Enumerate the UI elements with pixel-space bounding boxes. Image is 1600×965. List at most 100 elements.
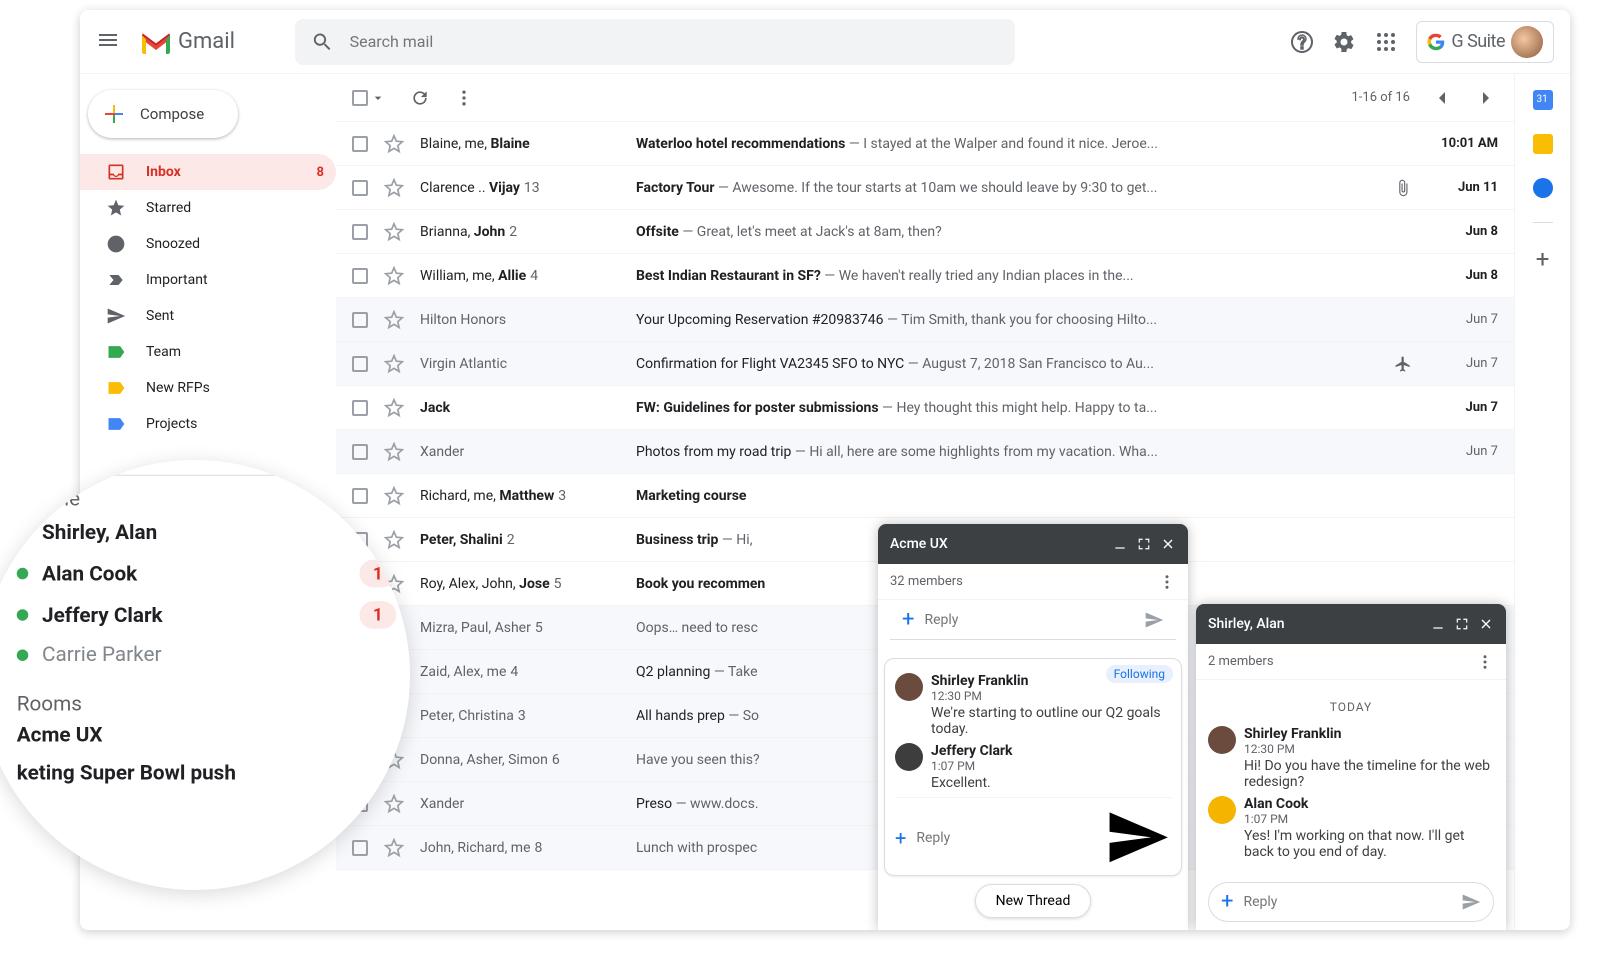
reply-bar-top[interactable]: + <box>890 600 1176 640</box>
date: Jun 8 <box>1428 224 1498 239</box>
close-icon[interactable] <box>1160 536 1176 552</box>
sidebar-item-sent[interactable]: Sent <box>80 298 336 334</box>
calendar-icon[interactable]: 31 <box>1533 90 1553 110</box>
email-row[interactable]: Xander Photos from my road trip — Hi all… <box>336 430 1514 474</box>
profile-avatar[interactable] <box>1511 26 1543 58</box>
search-bar[interactable] <box>295 19 1015 65</box>
sidebar-item-projects[interactable]: Projects <box>80 406 336 442</box>
chat-more-icon[interactable] <box>1158 573 1176 591</box>
help-icon[interactable] <box>1290 30 1314 54</box>
logo[interactable]: Gmail <box>140 29 235 54</box>
reply-input[interactable] <box>1243 894 1451 910</box>
flight-icon <box>1394 355 1412 373</box>
keep-icon[interactable] <box>1533 134 1553 154</box>
gsuite-button[interactable]: G Suite <box>1416 21 1554 63</box>
menu-icon[interactable] <box>96 28 120 56</box>
room-row[interactable]: Acme UX <box>17 716 397 754</box>
content: Photos from my road trip — Hi all, here … <box>636 444 1412 460</box>
minimize-icon[interactable] <box>1430 616 1446 632</box>
star-icon[interactable] <box>384 398 404 418</box>
email-row[interactable]: Clarence .. Vijay13 Factory Tour — Aweso… <box>336 166 1514 210</box>
send-icon[interactable] <box>1144 610 1164 630</box>
row-checkbox[interactable] <box>352 136 368 152</box>
reply-bar[interactable]: + <box>1208 882 1494 922</box>
row-checkbox[interactable] <box>352 356 368 372</box>
plus-icon[interactable]: + <box>902 610 914 630</box>
people-row[interactable]: Shirley, Alan 1 <box>17 511 397 552</box>
star-icon[interactable] <box>384 442 404 462</box>
following-badge[interactable]: Following <box>1106 665 1173 683</box>
plus-icon <box>102 102 126 126</box>
refresh-icon[interactable] <box>410 88 430 108</box>
more-icon[interactable] <box>454 88 474 108</box>
apps-icon[interactable] <box>1374 30 1398 54</box>
new-thread-button[interactable]: New Thread <box>975 884 1092 918</box>
star-icon[interactable] <box>384 222 404 242</box>
close-icon[interactable] <box>1478 616 1494 632</box>
chat-more-icon[interactable] <box>1476 653 1494 671</box>
email-row[interactable]: Blaine, me, Blaine Waterloo hotel recomm… <box>336 122 1514 166</box>
add-addon-icon[interactable]: + <box>1531 247 1555 271</box>
sidebar-item-new-rfps[interactable]: New RFPs <box>80 370 336 406</box>
email-row[interactable]: Brianna, John2 Offsite — Great, let's me… <box>336 210 1514 254</box>
compose-button[interactable]: Compose <box>88 90 238 138</box>
star-icon[interactable] <box>384 266 404 286</box>
sidebar-item-inbox[interactable]: Inbox8 <box>80 154 336 190</box>
select-all[interactable] <box>352 90 386 106</box>
email-row[interactable]: Jack FW: Guidelines for poster submissio… <box>336 386 1514 430</box>
row-checkbox[interactable] <box>352 180 368 196</box>
email-row[interactable]: Virgin Atlantic Confirmation for Flight … <box>336 342 1514 386</box>
next-page-icon[interactable] <box>1474 86 1498 110</box>
email-row[interactable]: Hilton Honors Your Upcoming Reservation … <box>336 298 1514 342</box>
room-name: keting Super Bowl push <box>17 761 236 785</box>
chat-tab[interactable]: ctive <box>0 460 410 476</box>
row-checkbox[interactable] <box>352 312 368 328</box>
people-row[interactable]: Jeffery Clark 1 <box>17 594 397 635</box>
nav-count: 8 <box>317 165 324 180</box>
tasks-icon[interactable] <box>1533 178 1553 198</box>
chat-members: 32 members <box>890 574 963 589</box>
gear-icon[interactable] <box>1332 30 1356 54</box>
sidebar-item-starred[interactable]: Starred <box>80 190 336 226</box>
star-icon[interactable] <box>384 838 404 858</box>
thread-reply-input[interactable] <box>916 830 1094 846</box>
label-green-icon <box>106 342 126 362</box>
chat-header[interactable]: Shirley, Alan <box>1196 604 1506 644</box>
row-checkbox[interactable] <box>352 400 368 416</box>
people-row[interactable]: Carrie Parker <box>17 636 397 674</box>
content: FW: Guidelines for poster submissions — … <box>636 400 1412 416</box>
email-row[interactable]: William, me, Allie4 Best Indian Restaura… <box>336 254 1514 298</box>
star-icon[interactable] <box>384 354 404 374</box>
chevron-down-icon <box>64 460 82 463</box>
prev-page-icon[interactable] <box>1430 86 1454 110</box>
email-row[interactable]: Richard, me, Matthew3 Marketing course <box>336 474 1514 518</box>
reply-input[interactable] <box>924 612 1134 628</box>
star-icon[interactable] <box>384 134 404 154</box>
row-checkbox[interactable] <box>352 840 368 856</box>
search-input[interactable] <box>350 32 999 51</box>
sidebar-item-snoozed[interactable]: Snoozed <box>80 226 336 262</box>
row-checkbox[interactable] <box>352 224 368 240</box>
row-checkbox[interactable] <box>352 268 368 284</box>
star-icon[interactable] <box>384 310 404 330</box>
sidebar-item-team[interactable]: Team <box>80 334 336 370</box>
content: Confirmation for Flight VA2345 SFO to NY… <box>636 356 1378 372</box>
plus-icon[interactable]: + <box>1221 892 1233 912</box>
msg-time: 12:30 PM <box>1244 742 1494 756</box>
thread-reply[interactable]: + <box>895 797 1171 871</box>
gsuite-label: G Suite <box>1451 31 1505 52</box>
send-icon[interactable] <box>1104 804 1171 871</box>
plus-icon[interactable]: + <box>895 826 906 850</box>
row-checkbox[interactable] <box>352 444 368 460</box>
room-row[interactable]: keting Super Bowl push <box>17 754 397 792</box>
star-icon[interactable] <box>384 178 404 198</box>
people-row[interactable]: Alan Cook 1 <box>17 553 397 594</box>
send-icon[interactable] <box>1461 892 1481 912</box>
expand-icon[interactable] <box>1136 536 1152 552</box>
sidebar-item-important[interactable]: Important <box>80 262 336 298</box>
chat-header[interactable]: Acme UX <box>878 524 1188 564</box>
date: Jun 7 <box>1428 356 1498 371</box>
minimize-icon[interactable] <box>1112 536 1128 552</box>
expand-icon[interactable] <box>1454 616 1470 632</box>
msg-text: Yes! I'm working on that now. I'll get b… <box>1244 828 1494 860</box>
